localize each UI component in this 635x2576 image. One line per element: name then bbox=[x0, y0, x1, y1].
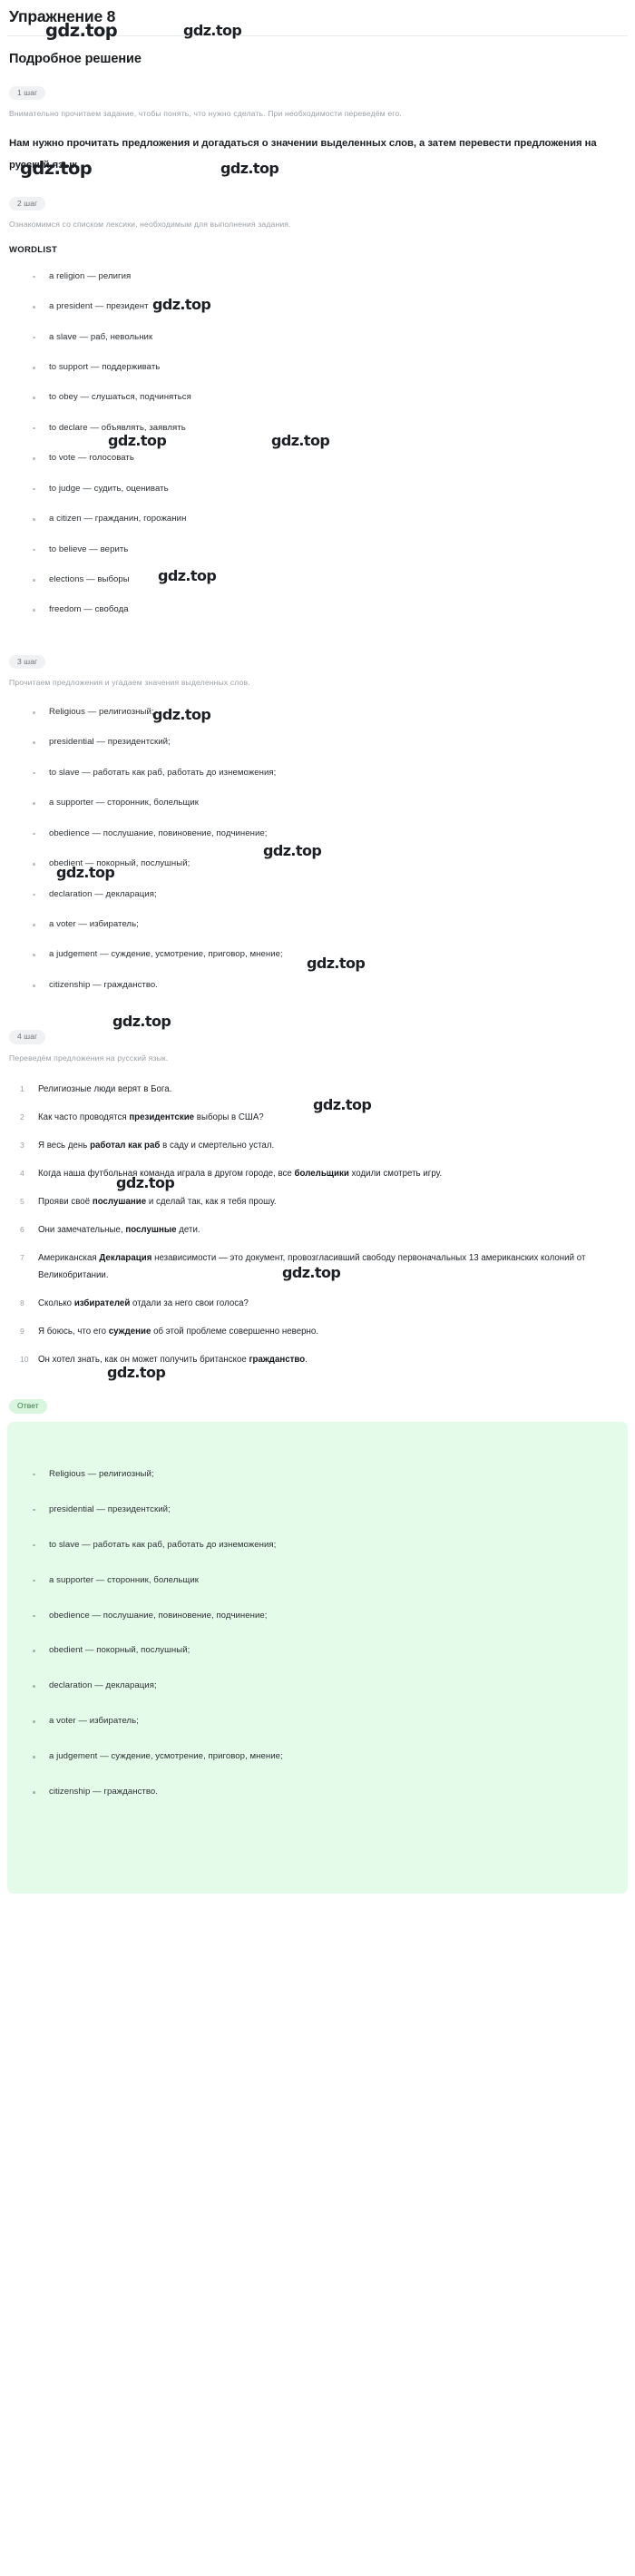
wordlist-item: a citizen — гражданин, горожанин bbox=[7, 514, 628, 525]
guessed-meanings-list: Religious — религиозный; presidential — п… bbox=[7, 707, 628, 992]
answer-item: citizenship — гражданство. bbox=[7, 1787, 628, 1798]
list-item: a voter — избиратель; bbox=[7, 919, 628, 931]
list-item: presidential — президентский; bbox=[7, 737, 628, 749]
list-item: a supporter — сторонник, болельщик bbox=[7, 798, 628, 809]
list-item: Religious — религиозный; bbox=[7, 707, 628, 719]
wordlist-item: a slave — раб, невольник bbox=[7, 332, 628, 344]
highlighted-term: Декларация bbox=[99, 1252, 152, 1263]
highlighted-term: суждение bbox=[108, 1326, 151, 1337]
step-4-description: Переведём предложения на русский язык. bbox=[9, 1053, 169, 1063]
section-title: Подробное решение bbox=[9, 52, 142, 66]
wordlist-item: elections — выборы bbox=[7, 574, 628, 586]
list-item: declaration — декларация; bbox=[7, 889, 628, 901]
answer-item: obedient — покорный, послушный; bbox=[7, 1645, 628, 1657]
sentence-item: Я боюсь, что его суждение об этой пробле… bbox=[20, 1324, 318, 1339]
answer-item: obedience — послушание, повиновение, под… bbox=[7, 1611, 628, 1622]
answer-list: Religious — религиозный; presidential — п… bbox=[7, 1469, 628, 1798]
answer-item: declaration — декларация; bbox=[7, 1680, 628, 1692]
step-1-statement: Нам нужно прочитать предложения и догада… bbox=[9, 138, 597, 171]
wordlist-item: freedom — свобода bbox=[7, 604, 628, 616]
sentence-item: Сколько избирателей отдали за него свои … bbox=[20, 1296, 249, 1311]
highlighted-term: послушание bbox=[92, 1197, 147, 1208]
wordlist-item: to declare — объявлять, заявлять bbox=[7, 423, 628, 435]
sentence-item: Религиозные люди верят в Бога. bbox=[20, 1082, 172, 1097]
answer-item: a supporter — сторонник, болельщик bbox=[7, 1575, 628, 1587]
highlighted-term: послушные bbox=[125, 1224, 177, 1235]
sentence-item: Американская Декларация независимости — … bbox=[20, 1250, 586, 1280]
list-item: obedient — покорный, послушный; bbox=[7, 858, 628, 870]
answer-badge: Ответ bbox=[9, 1399, 47, 1414]
answer-section: Ответ Religious — религиозный; presidenti… bbox=[7, 1379, 628, 1894]
answer-item: to slave — работать как раб, работать до… bbox=[7, 1540, 628, 1552]
sentence-item: Он хотел знать, как он может получить бр… bbox=[20, 1352, 308, 1367]
wordlist-item: to obey — слушаться, подчиняться bbox=[7, 392, 628, 404]
step-2: 2 шаг Ознакомимся со списком лексики, не… bbox=[7, 177, 628, 617]
step-3-description: Прочитаем предложения и угадаем значения… bbox=[9, 678, 250, 688]
step-badge-1: 1 шаг bbox=[9, 86, 46, 101]
sentence-item: Я весь день работал как раб в саду и сме… bbox=[20, 1138, 275, 1153]
step-1-description: Внимательно прочитаем задание, чтобы пон… bbox=[9, 109, 402, 119]
step-4: 4 шаг Переведём предложения на русский я… bbox=[7, 1010, 628, 1368]
wordlist: a religion — религия a president — презид… bbox=[7, 271, 628, 617]
step-badge-4: 4 шаг bbox=[9, 1030, 46, 1044]
step-badge-2: 2 шаг bbox=[9, 196, 46, 211]
step-3: 3 шаг Прочитаем предложения и угадаем зн… bbox=[7, 635, 628, 992]
wordlist-item: to support — поддерживать bbox=[7, 362, 628, 374]
sentence-item: Прояви своё послушание и сделай так, как… bbox=[20, 1194, 277, 1210]
translated-sentences-list: Религиозные люди верят в Бога. Как часто … bbox=[7, 1082, 628, 1368]
step-1: 1 шаг Внимательно прочитаем задание, что… bbox=[7, 66, 628, 177]
step-2-description: Ознакомимся со списком лексики, необходи… bbox=[9, 219, 291, 229]
highlighted-term: работал как раб bbox=[90, 1141, 161, 1151]
sentence-item: Когда наша футбольная команда играла в д… bbox=[20, 1166, 443, 1181]
wordlist-heading: WORDLIST bbox=[9, 244, 58, 255]
answer-item: a voter — избиратель; bbox=[7, 1716, 628, 1728]
list-item: obedience — послушание, повиновение, под… bbox=[7, 828, 628, 840]
highlighted-term: президентские bbox=[129, 1112, 195, 1123]
sentence-item: Они замечательные, послушные дети. bbox=[20, 1222, 200, 1238]
sentence-item: Как часто проводятся президентские выбор… bbox=[20, 1110, 264, 1125]
highlighted-term: гражданство bbox=[249, 1354, 306, 1365]
list-item: a judgement — суждение, усмотрение, приг… bbox=[7, 949, 628, 961]
answer-item: a judgement — суждение, усмотрение, приг… bbox=[7, 1751, 628, 1763]
wordlist-item: a president — президент bbox=[7, 301, 628, 313]
answer-item: presidential — президентский; bbox=[7, 1504, 628, 1516]
answer-item: Religious — религиозный; bbox=[7, 1469, 628, 1481]
wordlist-item: to believe — верить bbox=[7, 544, 628, 556]
wordlist-item: to vote — голосовать bbox=[7, 453, 628, 465]
list-item: citizenship — гражданство. bbox=[7, 980, 628, 992]
page-title: Упражнение 8 bbox=[9, 7, 116, 25]
highlighted-term: избирателей bbox=[73, 1298, 131, 1308]
answer-box: Religious — религиозный; presidential — п… bbox=[7, 1421, 628, 1894]
wordlist-item: a religion — религия bbox=[7, 271, 628, 283]
solution-page: Упражнение 8 Подробное решение 1 шаг Вни… bbox=[0, 7, 635, 1894]
list-item: to slave — работать как раб, работать до… bbox=[7, 768, 628, 779]
wordlist-item: to judge — судить, оценивать bbox=[7, 484, 628, 495]
header-divider bbox=[7, 35, 628, 36]
highlighted-term: болельщики bbox=[294, 1169, 349, 1180]
step-badge-3: 3 шаг bbox=[9, 654, 46, 670]
